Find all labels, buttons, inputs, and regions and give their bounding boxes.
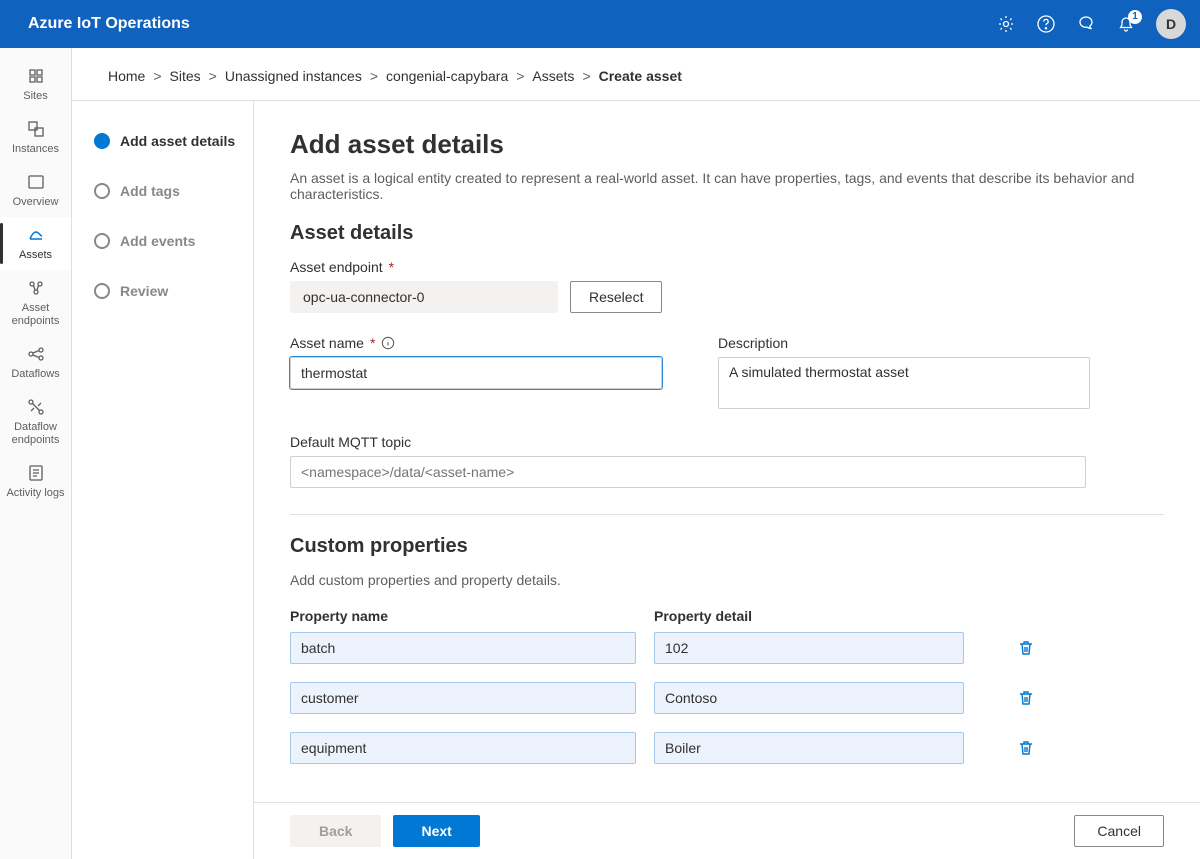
sites-icon (26, 66, 46, 86)
notification-badge: 1 (1128, 10, 1142, 24)
step-indicator-icon (94, 133, 110, 149)
label-description: Description (718, 335, 1090, 351)
cancel-button[interactable]: Cancel (1074, 815, 1164, 847)
sidebar-item-activity-logs[interactable]: Activity logs (0, 455, 71, 508)
asset-endpoints-icon (26, 278, 46, 298)
dataflow-endpoints-icon (26, 397, 46, 417)
brand-title: Azure IoT Operations (28, 15, 190, 33)
help-icon[interactable] (1036, 14, 1056, 34)
section-divider (290, 514, 1164, 515)
wizard-step-review[interactable]: Review (94, 283, 241, 299)
sidebar-item-assets[interactable]: Assets (0, 217, 71, 270)
page-intro: An asset is a logical entity created to … (290, 170, 1164, 202)
workspace: Add asset details Add tags Add events Re… (72, 101, 1200, 859)
breadcrumb-link[interactable]: Assets (532, 68, 574, 84)
property-detail-input[interactable] (654, 632, 964, 664)
step-indicator-icon (94, 233, 110, 249)
description-textarea[interactable] (718, 357, 1090, 409)
shell: Sites Instances Overview Assets Asset en… (0, 48, 1200, 859)
label-asset-name: Asset name* (290, 335, 662, 351)
notifications-icon[interactable]: 1 (1116, 14, 1136, 34)
custom-property-row (290, 632, 1164, 664)
wizard-step-add-events[interactable]: Add events (94, 233, 241, 249)
sidebar-item-overview[interactable]: Overview (0, 164, 71, 217)
overview-icon (26, 172, 46, 192)
asset-name-input[interactable] (290, 357, 662, 389)
property-name-input[interactable] (290, 682, 636, 714)
form-panel: Add asset details An asset is a logical … (254, 101, 1200, 859)
custom-property-row (290, 732, 1164, 764)
next-button[interactable]: Next (393, 815, 479, 847)
avatar[interactable]: D (1156, 9, 1186, 39)
default-mqtt-input[interactable] (290, 456, 1086, 488)
property-detail-input[interactable] (654, 732, 964, 764)
delete-row-button[interactable] (1016, 638, 1036, 658)
settings-icon[interactable] (996, 14, 1016, 34)
page-title: Add asset details (290, 129, 1164, 160)
trash-icon (1016, 638, 1036, 658)
breadcrumb-link[interactable]: Sites (170, 68, 201, 84)
dataflows-icon (26, 344, 46, 364)
custom-properties-subtitle: Add custom properties and property detai… (290, 572, 1164, 588)
form-footer: Back Next Cancel (254, 802, 1200, 859)
activity-logs-icon (26, 463, 46, 483)
reselect-button[interactable]: Reselect (570, 281, 662, 313)
topbar-actions: 1 D (996, 9, 1186, 39)
sidebar-item-asset-endpoints[interactable]: Asset endpoints (0, 270, 71, 336)
step-indicator-icon (94, 183, 110, 199)
breadcrumb-link[interactable]: congenial-capybara (386, 68, 508, 84)
feedback-icon[interactable] (1076, 14, 1096, 34)
asset-endpoint-value: opc-ua-connector-0 (290, 281, 558, 313)
sidebar-item-sites[interactable]: Sites (0, 58, 71, 111)
property-detail-input[interactable] (654, 682, 964, 714)
main-column: Home> Sites> Unassigned instances> conge… (72, 48, 1200, 859)
property-name-input[interactable] (290, 732, 636, 764)
property-name-input[interactable] (290, 632, 636, 664)
info-icon[interactable] (381, 336, 395, 350)
sidebar-item-dataflow-endpoints[interactable]: Dataflow endpoints (0, 389, 71, 455)
label-default-mqtt: Default MQTT topic (290, 434, 1164, 450)
step-indicator-icon (94, 283, 110, 299)
section-asset-details: Asset details (290, 222, 1164, 245)
assets-icon (26, 225, 46, 245)
label-asset-endpoint: Asset endpoint* (290, 259, 1164, 275)
back-button: Back (290, 815, 381, 847)
wizard-step-add-tags[interactable]: Add tags (94, 183, 241, 199)
breadcrumb-link[interactable]: Home (108, 68, 145, 84)
breadcrumb-link[interactable]: Unassigned instances (225, 68, 362, 84)
section-custom-properties: Custom properties (290, 535, 1164, 558)
instances-icon (26, 119, 46, 139)
left-nav: Sites Instances Overview Assets Asset en… (0, 48, 72, 859)
custom-property-row (290, 682, 1164, 714)
custom-properties-header: Property name Property detail (290, 608, 1164, 624)
wizard-step-add-asset-details[interactable]: Add asset details (94, 133, 241, 149)
delete-row-button[interactable] (1016, 688, 1036, 708)
breadcrumb-current: Create asset (599, 68, 682, 84)
trash-icon (1016, 688, 1036, 708)
breadcrumb: Home> Sites> Unassigned instances> conge… (72, 48, 1200, 101)
form-scroll[interactable]: Add asset details An asset is a logical … (254, 101, 1200, 802)
header-property-detail: Property detail (654, 608, 752, 624)
delete-row-button[interactable] (1016, 738, 1036, 758)
top-bar: Azure IoT Operations 1 D (0, 0, 1200, 48)
sidebar-item-dataflows[interactable]: Dataflows (0, 336, 71, 389)
header-property-name: Property name (290, 608, 636, 624)
wizard-steps: Add asset details Add tags Add events Re… (72, 101, 254, 859)
trash-icon (1016, 738, 1036, 758)
sidebar-item-instances[interactable]: Instances (0, 111, 71, 164)
